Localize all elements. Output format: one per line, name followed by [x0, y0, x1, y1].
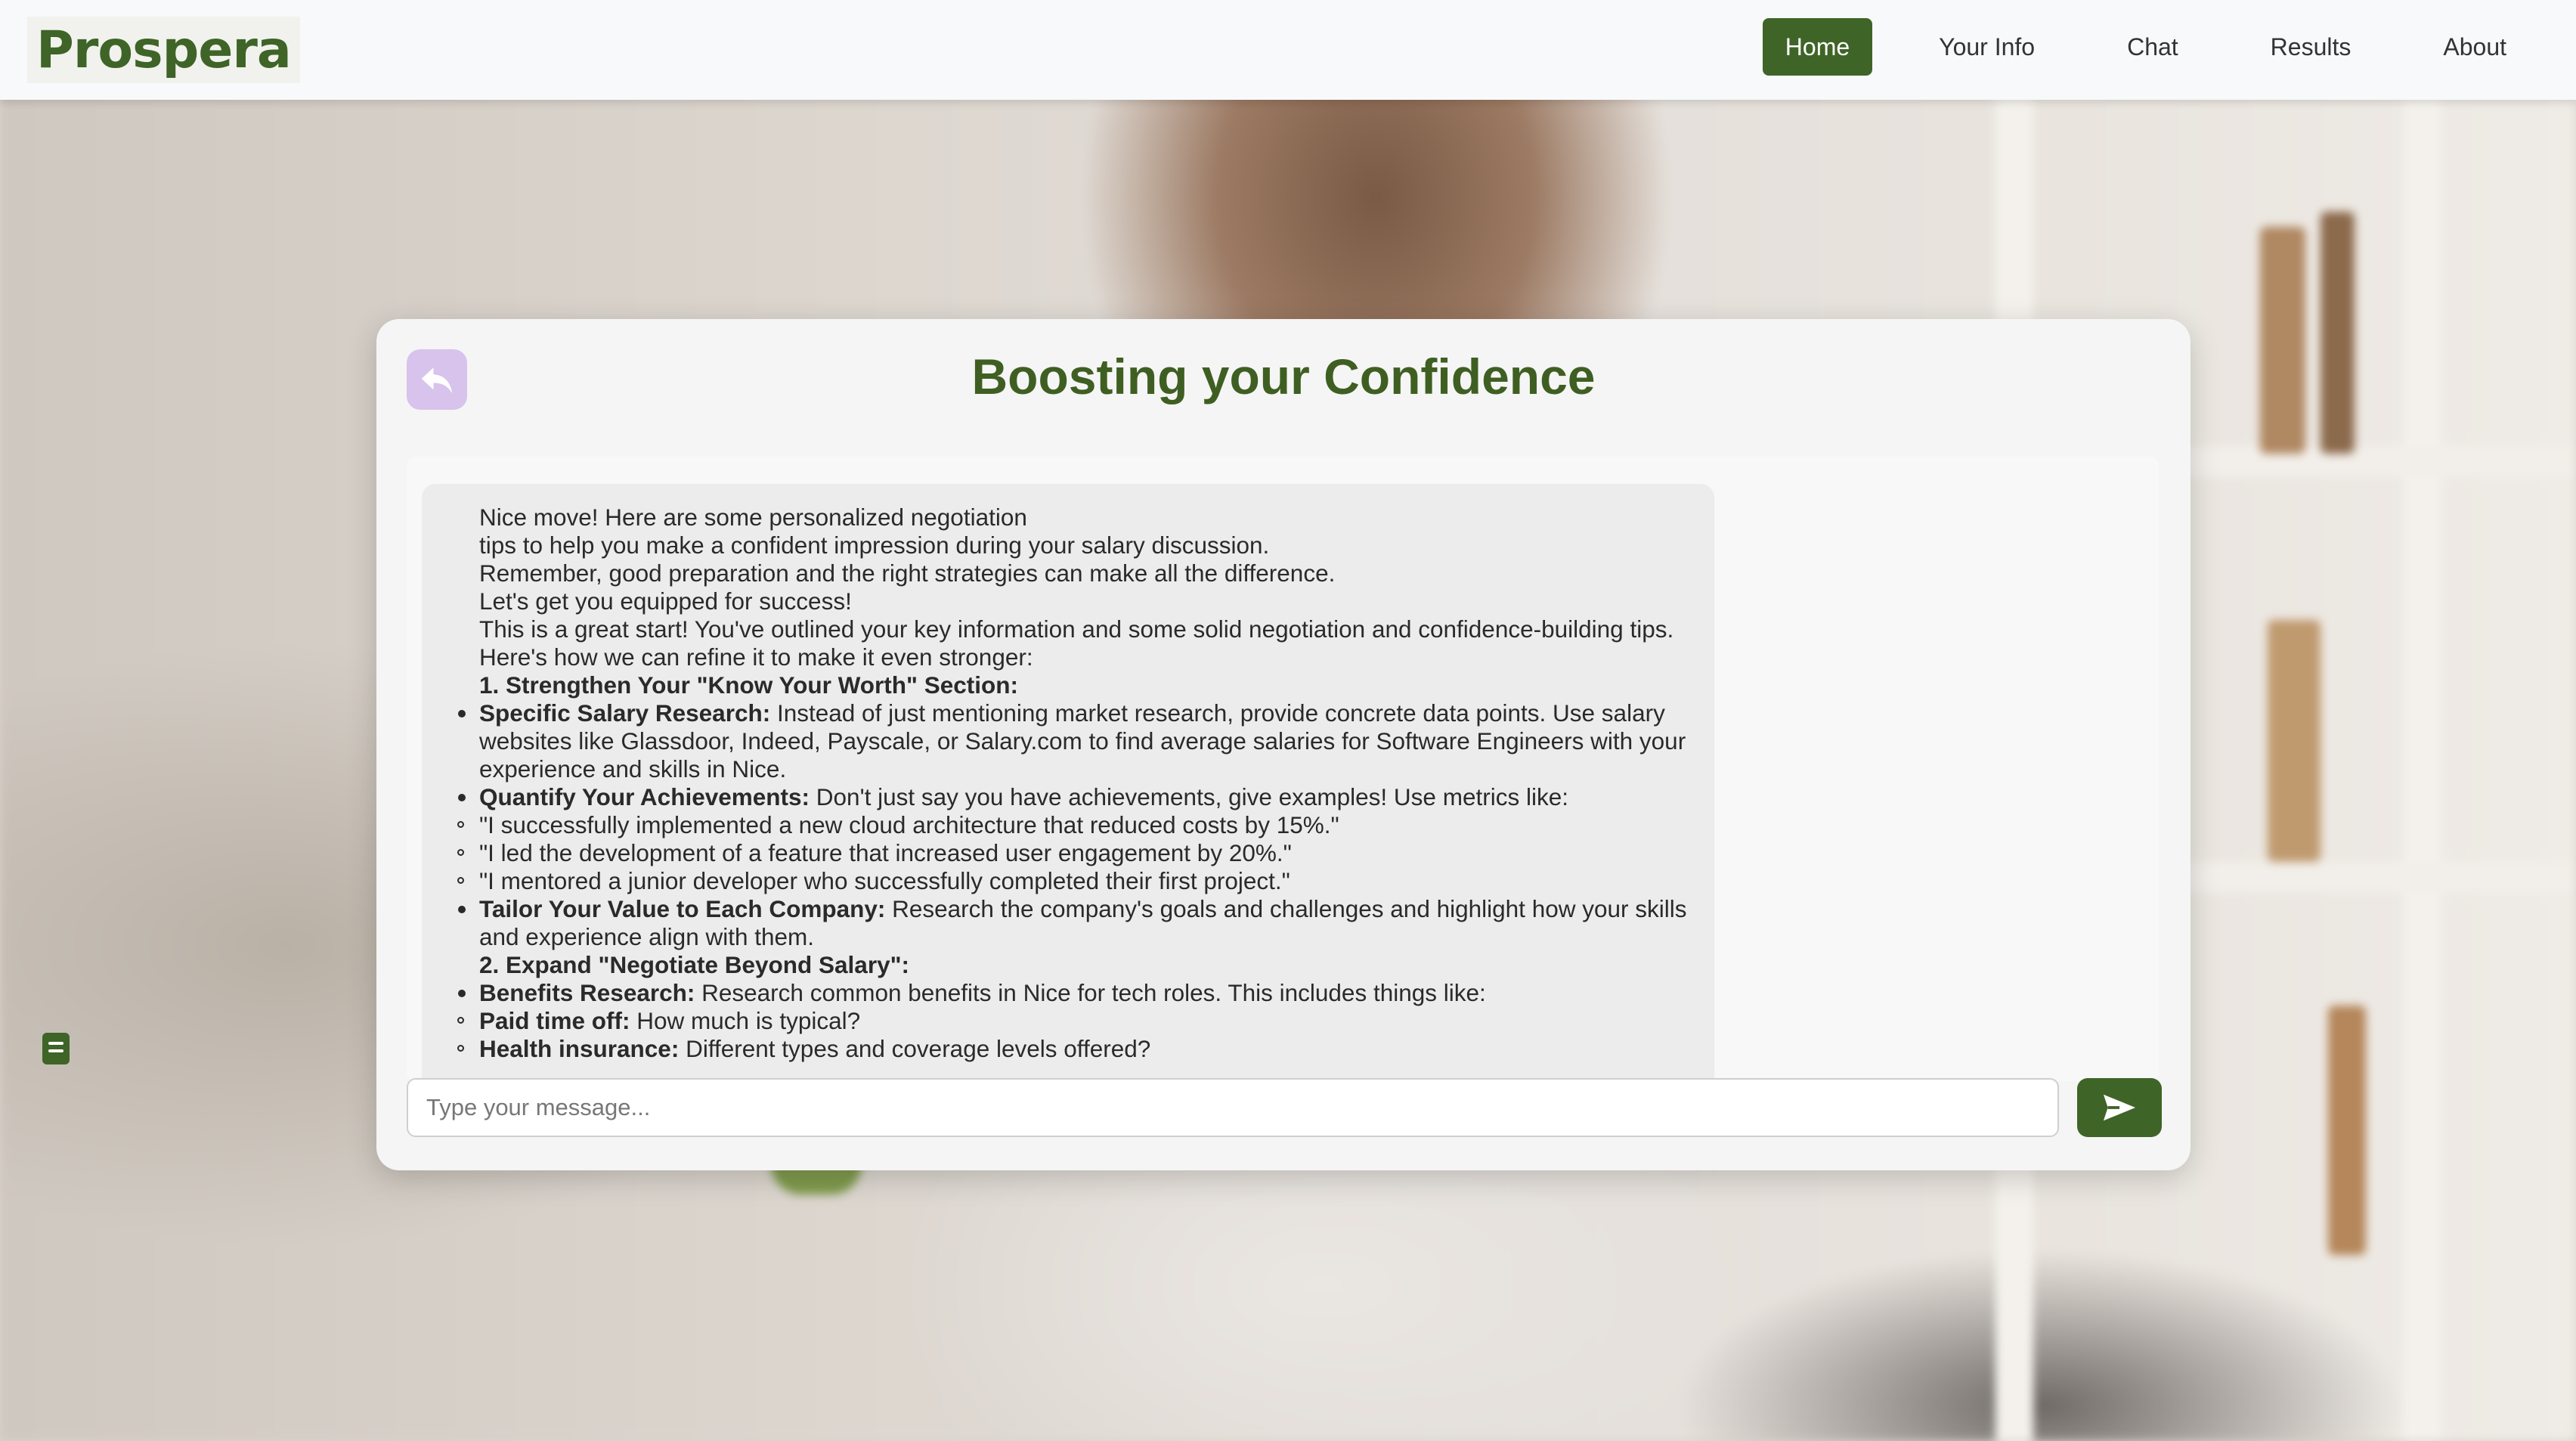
nav-results[interactable]: Results	[2248, 18, 2374, 76]
sub-list-item: "I led the development of a feature that…	[457, 839, 1704, 867]
nav-home[interactable]: Home	[1762, 18, 1873, 76]
message-input[interactable]	[407, 1078, 2059, 1137]
sub-list-item: Paid time off: How much is typical?	[457, 1007, 1704, 1035]
sub-list-item: "I mentored a junior developer who succe…	[457, 867, 1704, 895]
intro-line: This is a great start! You've outlined y…	[479, 615, 1674, 643]
nav-about[interactable]: About	[2420, 18, 2529, 76]
top-navbar: Prospera Home Your Info Chat Results Abo…	[0, 0, 2576, 100]
intro-line: Here's how we can refine it to make it e…	[479, 643, 1033, 671]
section-heading: 2. Expand "Negotiate Beyond Salary":	[479, 951, 910, 978]
nav-chat[interactable]: Chat	[2104, 18, 2201, 76]
send-button[interactable]	[2077, 1078, 2162, 1137]
list-item: Quantify Your Achievements: Don't just s…	[458, 783, 1704, 811]
chat-messages[interactable]: Nice move! Here are some personalized ne…	[407, 457, 2159, 1081]
section-heading: 1. Strengthen Your "Know Your Worth" Sec…	[479, 671, 1018, 699]
chat-card: Boosting your Confidence Nice move! Here…	[376, 319, 2191, 1170]
list-item: Specific Salary Research: Instead of jus…	[458, 699, 1704, 783]
list-item: Benefits Research: Research common benef…	[458, 979, 1704, 1007]
nav-your-info[interactable]: Your Info	[1916, 18, 2057, 76]
intro-line: tips to help you make a confident impres…	[479, 531, 1270, 559]
message-content: Nice move! Here are some personalized ne…	[457, 504, 1704, 1063]
main-nav: Home Your Info Chat Results About	[1762, 18, 2576, 76]
brand-logo[interactable]: Prospera	[27, 17, 300, 83]
list-item: Tailor Your Value to Each Company: Resea…	[458, 895, 1704, 951]
page-title: Boosting your Confidence	[971, 349, 1596, 404]
intro-line: Remember, good preparation and the right…	[479, 559, 1336, 587]
sub-list-item: Health insurance: Different types and co…	[457, 1035, 1704, 1063]
bot-message: Nice move! Here are some personalized ne…	[422, 484, 1714, 1081]
sub-list-item: "I successfully implemented a new cloud …	[457, 811, 1704, 839]
document-icon[interactable]	[42, 1033, 70, 1064]
send-arrow-icon	[2103, 1094, 2136, 1121]
intro-line: Nice move! Here are some personalized ne…	[479, 504, 1027, 531]
intro-line: Let's get you equipped for success!	[479, 587, 852, 615]
